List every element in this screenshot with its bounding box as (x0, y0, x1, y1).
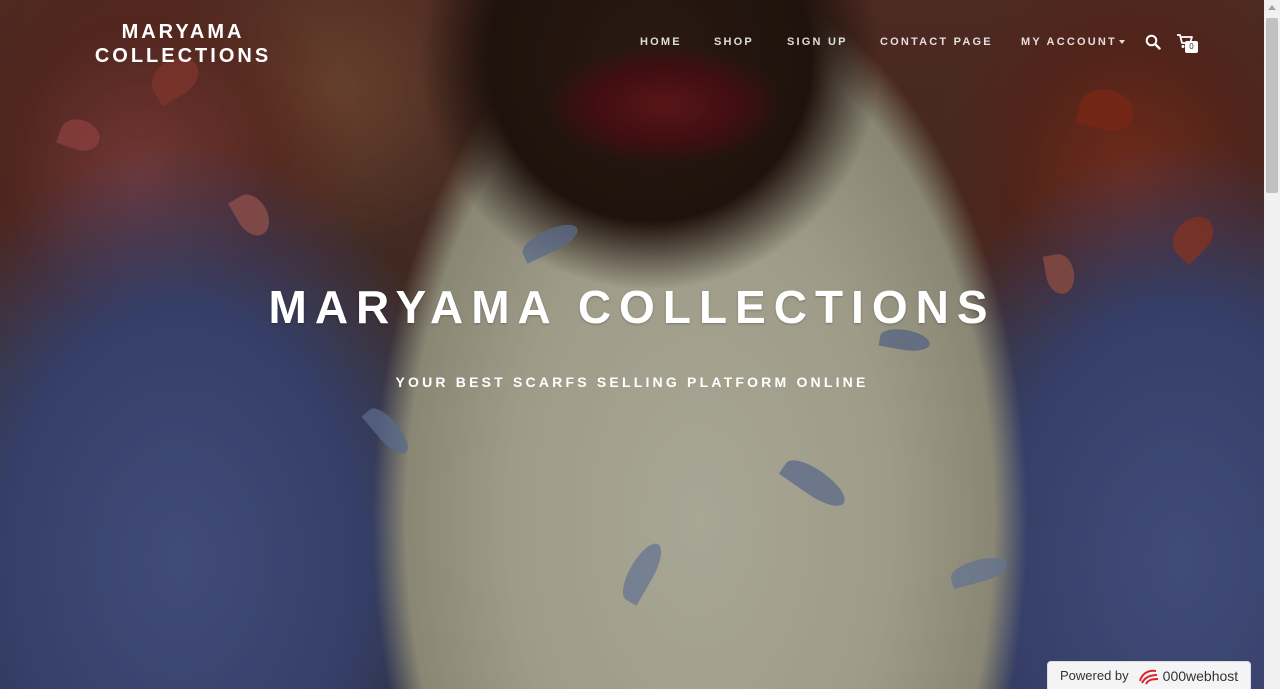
scarf-pattern (778, 452, 852, 514)
cart-count-badge: 0 (1185, 41, 1198, 53)
search-icon[interactable] (1145, 34, 1161, 50)
background-flower (56, 114, 104, 156)
background-flower (1075, 83, 1139, 137)
nav-my-account-label: MY ACCOUNT (1021, 36, 1117, 48)
scarf-pattern (361, 402, 415, 460)
chevron-down-icon (1118, 40, 1125, 45)
nav-my-account[interactable]: MY ACCOUNT (1021, 36, 1125, 48)
powered-by-label: Powered by (1060, 668, 1129, 683)
scrollbar-thumb[interactable] (1266, 18, 1278, 193)
nav-sign-up[interactable]: SIGN UP (787, 36, 848, 48)
scarf-pattern (518, 218, 582, 264)
vertical-scrollbar[interactable] (1264, 0, 1280, 689)
scroll-up-arrow-icon[interactable] (1268, 5, 1276, 10)
scarf-pattern (948, 552, 1010, 590)
scarf-pattern (615, 538, 669, 606)
000webhost-logo-icon (1137, 667, 1159, 685)
host-name: 000webhost (1162, 667, 1239, 684)
nav-shop[interactable]: SHOP (714, 36, 754, 48)
background-flower (1164, 208, 1222, 266)
hero-subtitle: YOUR BEST SCARFS SELLING PLATFORM ONLINE (395, 374, 869, 390)
hero-background (0, 0, 1264, 689)
main-navigation: HOME SHOP SIGN UP CONTACT PAGE MY ACCOUN… (0, 36, 1264, 52)
background-flower (228, 188, 276, 242)
nav-home[interactable]: HOME (640, 36, 682, 48)
hero-title: MARYAMA COLLECTIONS (268, 281, 996, 333)
nav-contact-page[interactable]: CONTACT PAGE (880, 36, 993, 48)
powered-by-badge[interactable]: Powered by 000webhost (1047, 661, 1251, 689)
